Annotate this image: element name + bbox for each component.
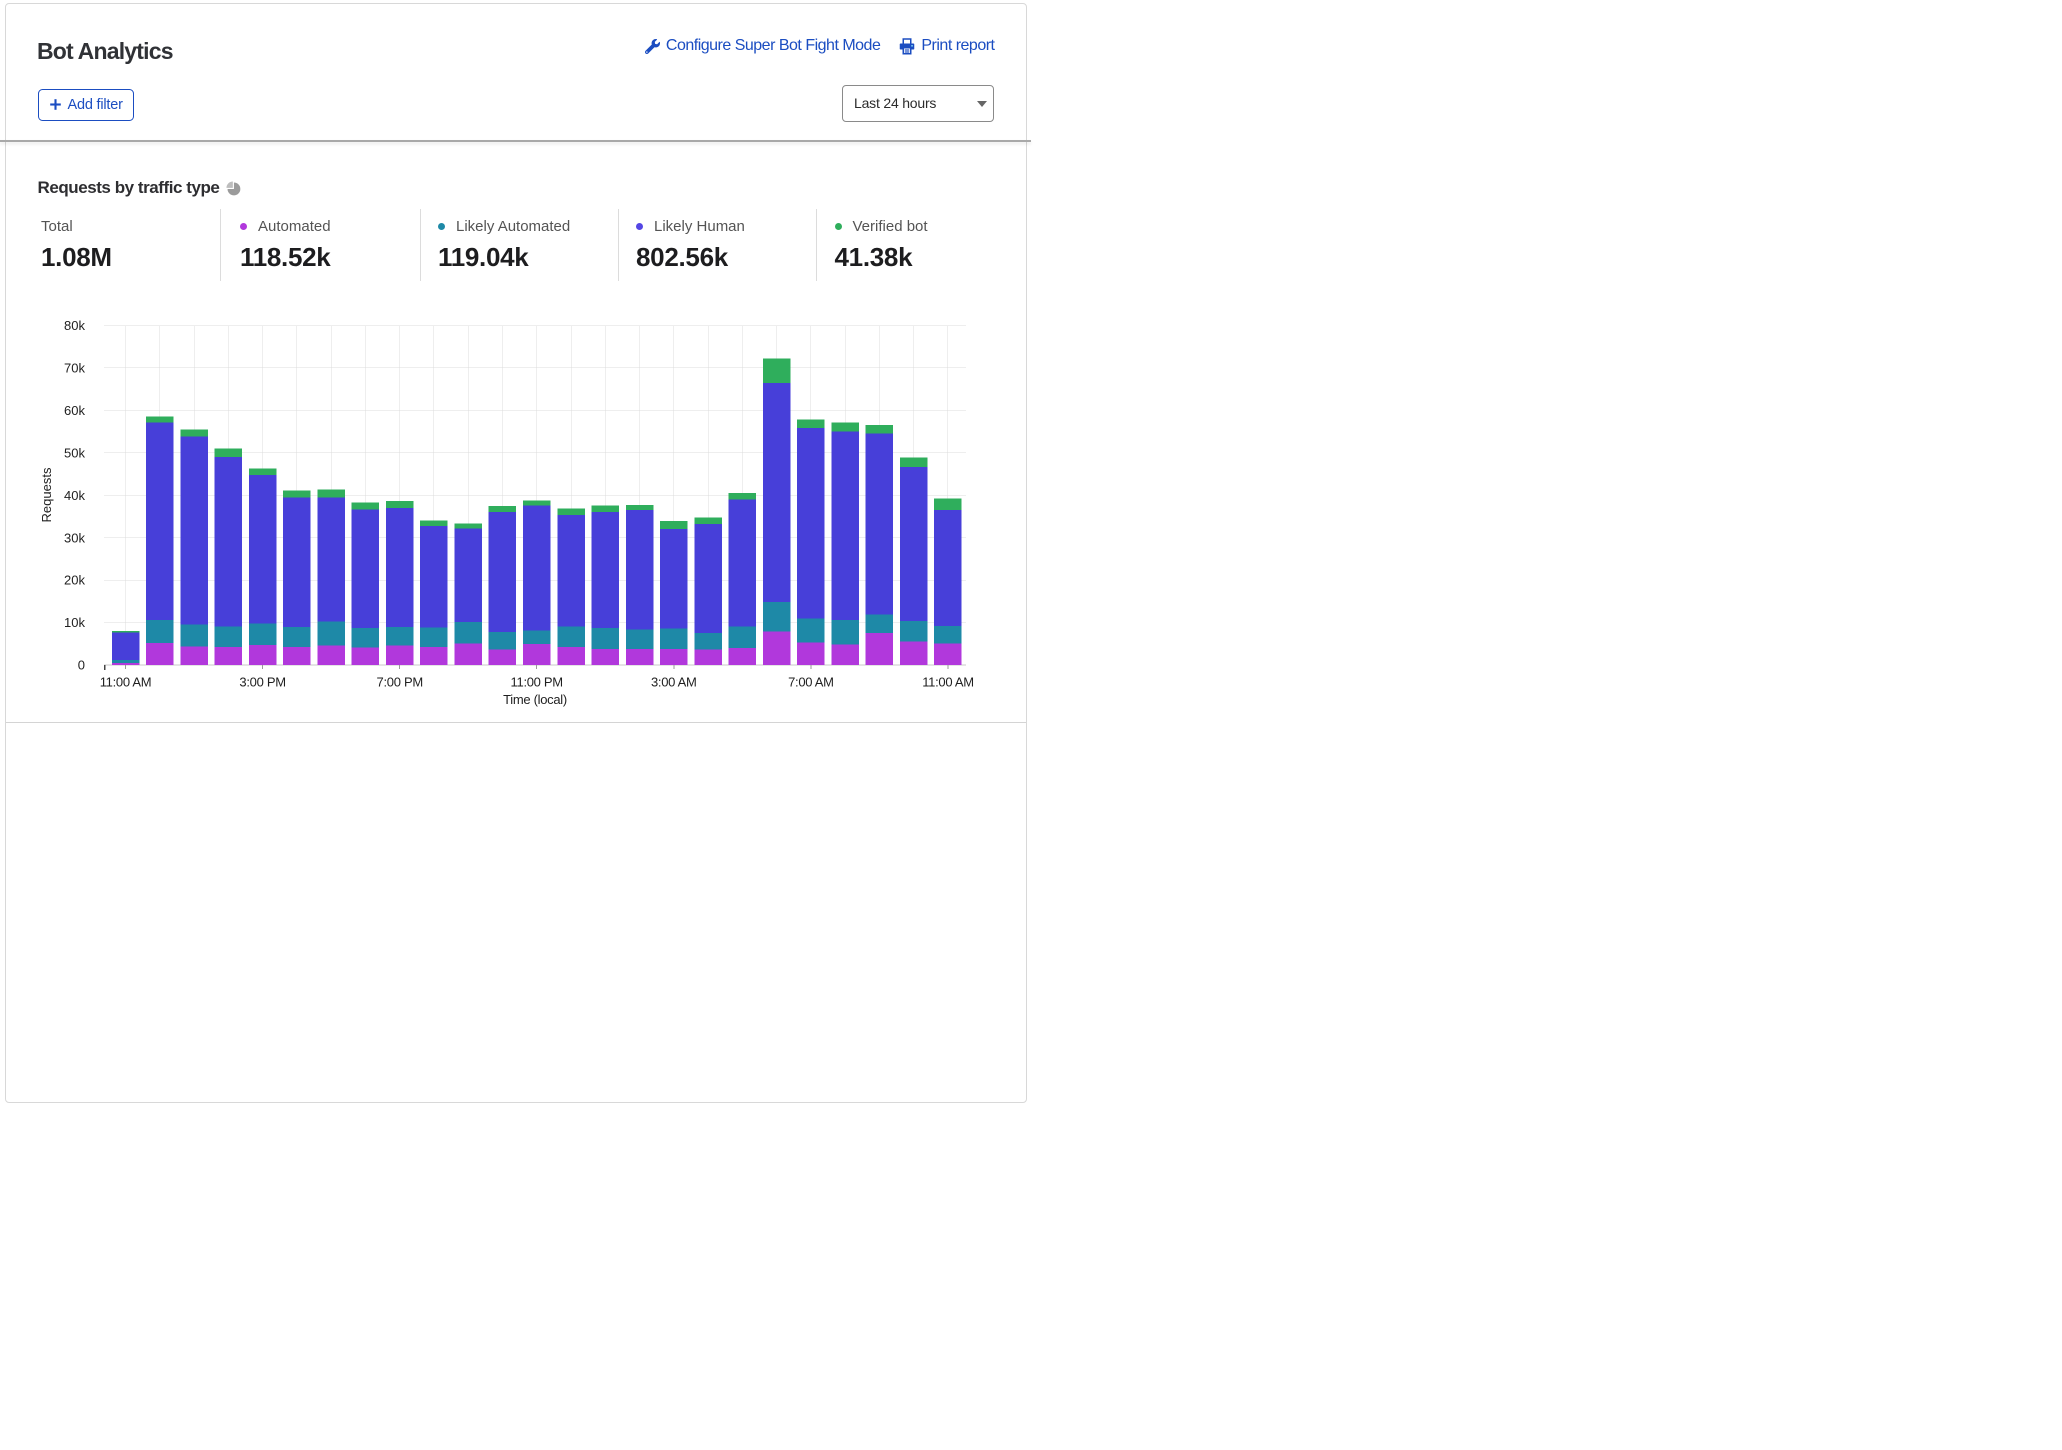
svg-text:11:00 PM: 11:00 PM	[511, 675, 563, 690]
svg-text:Time (local): Time (local)	[503, 692, 567, 707]
svg-text:30k: 30k	[64, 530, 85, 545]
svg-text:70k: 70k	[64, 361, 85, 376]
svg-text:3:00 PM: 3:00 PM	[239, 675, 285, 690]
svg-text:80k: 80k	[64, 318, 85, 333]
svg-text:0: 0	[78, 658, 85, 673]
svg-text:11:00 AM: 11:00 AM	[922, 675, 974, 690]
svg-text:7:00 PM: 7:00 PM	[377, 675, 423, 690]
svg-text:50k: 50k	[64, 445, 85, 460]
svg-text:20k: 20k	[64, 573, 85, 588]
svg-text:40k: 40k	[64, 488, 85, 503]
svg-text:11:00 AM: 11:00 AM	[100, 675, 152, 690]
svg-text:10k: 10k	[64, 615, 85, 630]
svg-text:Requests: Requests	[39, 467, 54, 522]
svg-text:7:00 AM: 7:00 AM	[788, 675, 834, 690]
svg-text:3:00 AM: 3:00 AM	[651, 675, 697, 690]
svg-text:60k: 60k	[64, 403, 85, 418]
